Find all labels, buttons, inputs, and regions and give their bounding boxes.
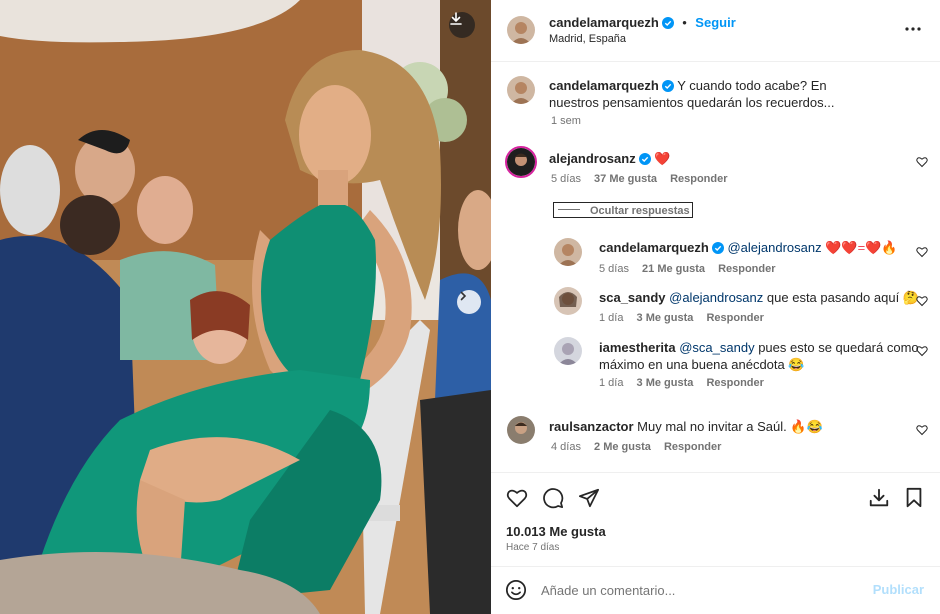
like-reply-heart-icon[interactable] xyxy=(916,246,928,258)
reply-button[interactable]: Responder xyxy=(670,173,727,185)
post-header: candelamarquezh • Seguir Madrid, España xyxy=(491,0,940,62)
post-caption: candelamarquezh Y cuando todo acabe? En … xyxy=(549,77,879,111)
post-image xyxy=(0,0,491,614)
reply-time[interactable]: 5 días xyxy=(599,263,629,275)
caption-username[interactable]: candelamarquezh xyxy=(549,78,659,93)
caption-time[interactable]: 1 sem xyxy=(551,115,581,127)
reply-body: iamestherita @sca_sandy pues esto se que… xyxy=(599,339,919,373)
like-comment-heart-icon[interactable] xyxy=(916,156,928,168)
comment-body: raulsanzactor Muy mal no invitar a Saúl.… xyxy=(549,418,823,435)
separator-dot: • xyxy=(682,15,687,30)
share-paper-plane-icon[interactable] xyxy=(578,487,600,509)
comment-time[interactable]: 5 días xyxy=(551,173,581,185)
next-image-button[interactable] xyxy=(457,290,481,314)
comment-text: ❤️ xyxy=(654,151,671,166)
more-options-button[interactable] xyxy=(904,20,922,43)
reply-username[interactable]: candelamarquezh xyxy=(599,240,709,255)
comment-meta: 4 días 2 Me gusta Responder xyxy=(551,441,721,453)
author-username[interactable]: candelamarquezh xyxy=(549,15,659,30)
caption-avatar[interactable] xyxy=(507,76,535,104)
reply-button[interactable]: Responder xyxy=(706,377,763,389)
reply-body: sca_sandy @alejandrosanz que esta pasand… xyxy=(599,289,919,306)
reply-button[interactable]: Responder xyxy=(718,263,775,275)
comment-bubble-icon[interactable] xyxy=(542,487,564,509)
like-reply-heart-icon[interactable] xyxy=(916,345,928,357)
download-icon xyxy=(450,12,462,25)
reply-meta: 5 días 21 Me gusta Responder xyxy=(599,263,776,275)
reply-mention[interactable]: @alejandrosanz xyxy=(727,240,821,255)
chevron-right-icon xyxy=(460,291,467,301)
reply-mention[interactable]: @alejandrosanz xyxy=(669,290,763,305)
reply-meta: 1 día 3 Me gusta Responder xyxy=(599,312,764,324)
reply-likes[interactable]: 21 Me gusta xyxy=(642,263,705,275)
reply-text: ❤️❤️=❤️🔥 xyxy=(825,240,898,255)
reply-username[interactable]: iamestherita xyxy=(599,340,676,355)
comment-likes[interactable]: 37 Me gusta xyxy=(594,173,657,185)
comment-avatar[interactable] xyxy=(505,146,537,178)
comment-input[interactable] xyxy=(541,579,861,601)
like-reply-heart-icon[interactable] xyxy=(916,295,928,307)
reply-time[interactable]: 1 día xyxy=(599,377,623,389)
likes-count[interactable]: 10.013 Me gusta xyxy=(506,524,606,539)
reply-avatar[interactable] xyxy=(554,238,582,266)
comment-avatar[interactable] xyxy=(507,416,535,444)
comment-meta: 5 días 37 Me gusta Responder xyxy=(551,173,728,185)
publish-button[interactable]: Publicar xyxy=(873,582,924,597)
download-button[interactable] xyxy=(449,12,475,38)
bookmark-icon[interactable] xyxy=(904,487,924,509)
reply-button[interactable]: Responder xyxy=(706,312,763,324)
post-date[interactable]: Hace 7 días xyxy=(506,542,559,553)
download-tray-icon[interactable] xyxy=(868,487,890,509)
comment-body: alejandrosanz ❤️ xyxy=(549,150,671,167)
like-heart-icon[interactable] xyxy=(506,487,528,509)
reply-likes[interactable]: 3 Me gusta xyxy=(637,377,694,389)
reply-meta: 1 día 3 Me gusta Responder xyxy=(599,377,764,389)
comment-likes[interactable]: 2 Me gusta xyxy=(594,441,651,453)
reply-avatar[interactable] xyxy=(554,287,582,315)
reply-button[interactable]: Responder xyxy=(664,441,721,453)
like-comment-heart-icon[interactable] xyxy=(916,424,928,436)
hide-replies-button[interactable]: Ocultar respuestas xyxy=(553,202,693,218)
verified-badge-icon xyxy=(638,153,651,165)
instagram-post-view: candelamarquezh • Seguir Madrid, España … xyxy=(0,0,940,614)
emoji-smiley-icon[interactable] xyxy=(505,579,527,601)
comment-text: Muy mal no invitar a Saúl. 🔥😂 xyxy=(637,419,823,434)
comment-time[interactable]: 4 días xyxy=(551,441,581,453)
reply-text: que esta pasando aquí 🤔 xyxy=(766,290,919,305)
more-horizontal-icon xyxy=(905,27,921,31)
author-avatar[interactable] xyxy=(507,16,535,44)
reply-mention[interactable]: @sca_sandy xyxy=(679,340,754,355)
verified-badge-icon xyxy=(661,80,674,92)
reply-username[interactable]: sca_sandy xyxy=(599,290,666,305)
follow-button[interactable]: Seguir xyxy=(695,15,735,30)
hide-replies-line xyxy=(558,209,580,211)
post-side-panel: candelamarquezh • Seguir Madrid, España … xyxy=(491,0,940,614)
reply-text-line1: pues esto se quedará como xyxy=(758,340,919,355)
reply-body: candelamarquezh @alejandrosanz ❤️❤️=❤️🔥 xyxy=(599,239,898,256)
comment-composer: Publicar xyxy=(491,566,940,614)
post-photo[interactable] xyxy=(0,0,491,614)
comment-username[interactable]: raulsanzactor xyxy=(549,419,634,434)
reply-avatar[interactable] xyxy=(554,337,582,365)
post-location[interactable]: Madrid, España xyxy=(549,33,626,45)
reply-likes[interactable]: 3 Me gusta xyxy=(637,312,694,324)
verified-badge-icon xyxy=(711,242,724,254)
comment-username[interactable]: alejandrosanz xyxy=(549,151,636,166)
reply-time[interactable]: 1 día xyxy=(599,312,623,324)
hide-replies-label: Ocultar respuestas xyxy=(590,205,690,217)
verified-badge-icon xyxy=(661,17,674,29)
reply-text-line2: máximo en una buena anécdota 😂 xyxy=(599,357,805,372)
